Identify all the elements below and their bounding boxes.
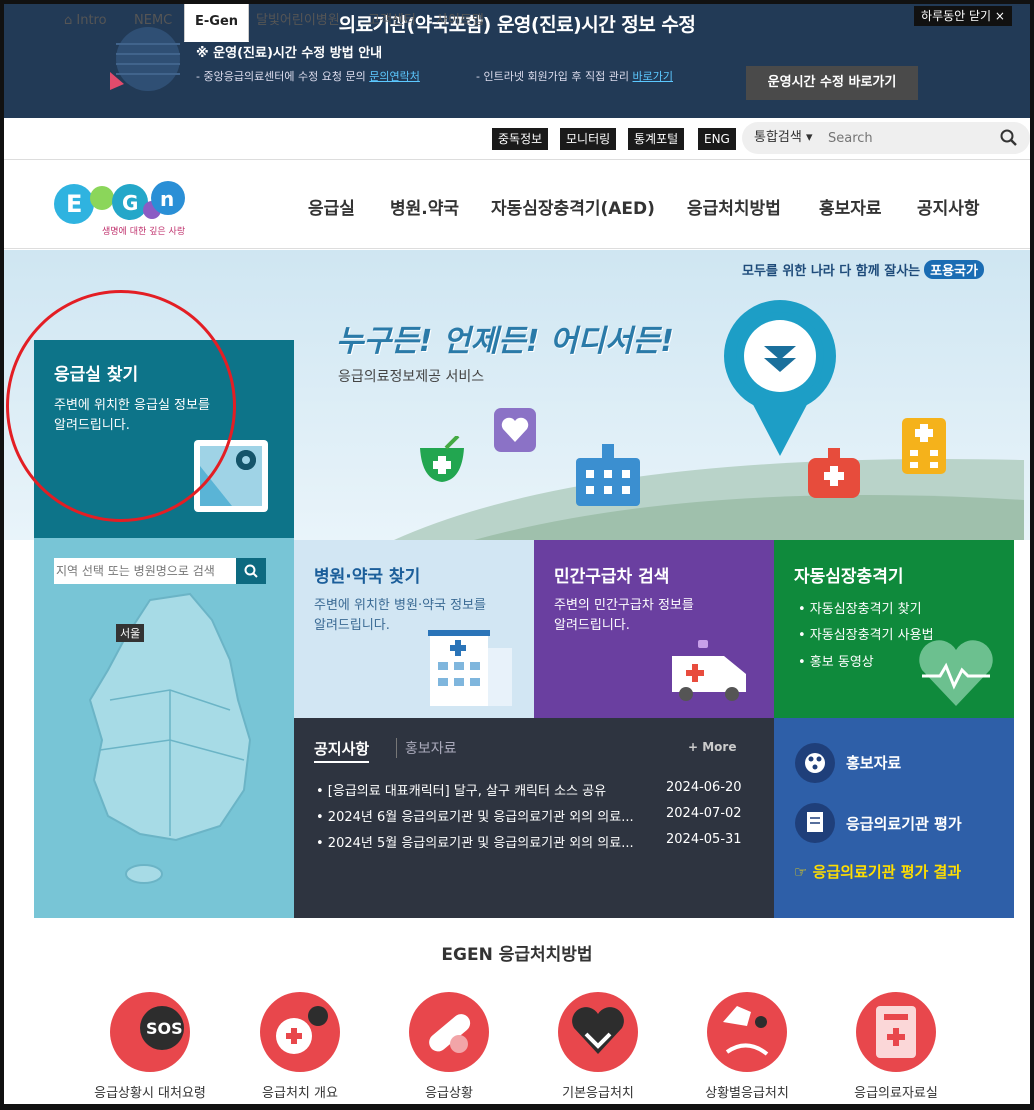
nav-aed[interactable]: 자동심장충격기(AED) bbox=[491, 194, 655, 219]
tab-promo[interactable]: 홍보자료 bbox=[396, 738, 457, 758]
aed-video-link[interactable]: • 홍보 동영상 bbox=[798, 651, 874, 670]
map-search bbox=[54, 558, 266, 584]
edit-hours-button[interactable]: 운영시간 수정 바로가기 bbox=[746, 66, 918, 100]
sos-icon[interactable]: SOS bbox=[110, 992, 190, 1072]
ambulance-desc-1: 주변의 민간구급차 정보를 bbox=[554, 598, 694, 613]
heart-icon bbox=[494, 408, 536, 452]
util-sitemap[interactable]: 사이트맵 bbox=[436, 0, 484, 42]
location-pin-icon bbox=[724, 300, 836, 456]
util-customer[interactable]: 고객센터 bbox=[368, 0, 416, 42]
logo-tagline: 생명에 대한 깊은 사랑 bbox=[102, 227, 186, 237]
notice-date-2: 2024-07-02 bbox=[666, 806, 742, 821]
gear-icon[interactable] bbox=[260, 992, 340, 1072]
global-search: 통합검색 ▾ bbox=[742, 122, 1030, 154]
more-link[interactable]: + More bbox=[688, 740, 736, 754]
hospital-desc-2: 알려드립니다. bbox=[314, 618, 390, 633]
contact-link[interactable]: 문의연락처 bbox=[369, 70, 420, 83]
svg-text:SOS: SOS bbox=[146, 1019, 183, 1038]
hospital-icon bbox=[428, 630, 512, 706]
util-eng[interactable]: ENG bbox=[698, 128, 736, 150]
ambulance-icon bbox=[672, 640, 746, 701]
banner-line-1: - 중앙응급의료센터에 수정 요청 문의 문의연락처 bbox=[196, 70, 420, 83]
fa-label-2[interactable]: 응급처치 개요 bbox=[220, 1082, 380, 1101]
film-reel-icon bbox=[795, 743, 835, 783]
search-icon[interactable] bbox=[1000, 129, 1018, 147]
region-map-tile: 서울 bbox=[34, 538, 294, 918]
evaluation-link[interactable]: 응급의료기관 평가 bbox=[846, 813, 962, 834]
nav-first-aid[interactable]: 응급처치방법 bbox=[687, 194, 781, 219]
util-intro[interactable]: ⌂ Intro bbox=[64, 0, 107, 42]
private-ambulance-tile[interactable]: 민간구급차 검색 주변의 민간구급차 정보를 알려드립니다. bbox=[534, 540, 774, 718]
home-icon: ⌂ bbox=[64, 13, 77, 28]
nav-notice[interactable]: 공지사항 bbox=[917, 194, 980, 219]
search-scope-select[interactable]: 통합검색 ▾ bbox=[754, 122, 813, 154]
aed-howto-link[interactable]: • 자동심장충격기 사용법 bbox=[798, 624, 934, 643]
hospital-desc-1: 주변에 위치한 병원·약국 정보를 bbox=[314, 598, 487, 613]
fa-label-3[interactable]: 응급상황 bbox=[369, 1082, 529, 1101]
hospital-building-icon bbox=[576, 444, 640, 506]
aed-find-link[interactable]: • 자동심장충격기 찾기 bbox=[798, 598, 922, 617]
util-nemc[interactable]: NEMC bbox=[134, 0, 172, 42]
pill-icon[interactable] bbox=[409, 992, 489, 1072]
ambulance-desc-2: 알려드립니다. bbox=[554, 618, 630, 633]
fa-label-6[interactable]: 응급의료자료실 bbox=[816, 1082, 976, 1101]
hero-subtitle: 응급의료정보제공 서비스 bbox=[338, 369, 485, 385]
notice-row-1[interactable]: • [응급의료 대표캐릭터] 달구, 살구 캐릭터 소스 공유 bbox=[316, 780, 606, 799]
fa-label-1[interactable]: 응급상황시 대처요령 bbox=[70, 1082, 230, 1101]
korea-map[interactable] bbox=[80, 590, 260, 890]
map-search-input[interactable] bbox=[56, 561, 232, 581]
promo-materials-link[interactable]: 홍보자료 bbox=[846, 752, 901, 773]
svg-text:G: G bbox=[122, 191, 138, 215]
hospital-finder-tile[interactable]: 병원·약국 찾기 주변에 위치한 병원·약국 정보를 알려드립니다. bbox=[294, 540, 534, 718]
map-search-button[interactable] bbox=[236, 558, 266, 584]
hero-slogan: 누구든! 언제든! 어디서든! bbox=[336, 324, 674, 359]
nav-hospital[interactable]: 병원.약국 bbox=[390, 194, 459, 219]
seoul-label[interactable]: 서울 bbox=[116, 624, 145, 642]
svg-text:E: E bbox=[66, 190, 82, 218]
first-aid-kit-icon[interactable] bbox=[856, 992, 936, 1072]
notice-date-3: 2024-05-31 bbox=[666, 832, 742, 847]
heart-hands-icon[interactable] bbox=[558, 992, 638, 1072]
clinic-yellow-icon bbox=[902, 418, 946, 474]
dog-snake-icon[interactable] bbox=[707, 992, 787, 1072]
fa-label-4[interactable]: 기본응급처치 bbox=[518, 1082, 678, 1101]
document-icon bbox=[795, 803, 835, 843]
pharmacy-icon bbox=[420, 436, 464, 482]
highlight-circle bbox=[6, 290, 236, 522]
heartbeat-icon bbox=[919, 640, 993, 706]
ambulance-title: 민간구급차 검색 bbox=[554, 567, 670, 587]
close-today-button[interactable]: 하루동안 닫기 × bbox=[914, 6, 1012, 26]
nav-er[interactable]: 응급실 bbox=[308, 194, 355, 219]
hospital-title: 병원·약국 찾기 bbox=[314, 567, 421, 587]
ambulance-red-icon bbox=[808, 448, 860, 498]
banner-guide: ※ 운영(진료)시간 수정 방법 안내 bbox=[196, 46, 383, 61]
fa-label-5[interactable]: 상황별응급처치 bbox=[667, 1082, 827, 1101]
util-poison[interactable]: 중독정보 bbox=[492, 128, 549, 150]
notice-date-1: 2024-06-20 bbox=[666, 780, 742, 795]
tab-notice[interactable]: 공지사항 bbox=[314, 738, 370, 763]
util-moonlight[interactable]: 달빛어린이병원 bbox=[256, 0, 340, 42]
nav-promo[interactable]: 홍보자료 bbox=[819, 194, 882, 219]
search-icon bbox=[244, 564, 258, 578]
header-divider bbox=[4, 248, 1030, 249]
shortcut-link[interactable]: 바로가기 bbox=[633, 70, 673, 83]
util-stats[interactable]: 통계포털 bbox=[628, 128, 685, 150]
inclusive-badge: 포용국가 bbox=[924, 260, 984, 279]
search-input[interactable] bbox=[828, 127, 978, 149]
util-egen[interactable]: E-Gen bbox=[184, 0, 250, 42]
util-monitoring[interactable]: 모니터링 bbox=[560, 128, 617, 150]
inclusive-tag: 모두를 위한 나라 다 함께 잘사는 포용국가 bbox=[742, 260, 984, 279]
evaluation-result-link[interactable]: ☞ 응급의료기관 평가 결과 bbox=[794, 861, 961, 882]
aed-title[interactable]: 자동심장충격기 bbox=[794, 562, 903, 587]
egen-logo[interactable]: E G n 생명에 대한 깊은 사랑 bbox=[52, 176, 188, 244]
svg-text:n: n bbox=[160, 187, 174, 211]
first-aid-title: EGEN 응급처치방법 bbox=[441, 945, 593, 965]
notice-row-2[interactable]: • 2024년 6월 응급의료기관 및 응급의료기관 외의 의료... bbox=[316, 806, 634, 825]
notice-row-3[interactable]: • 2024년 5월 응급의료기관 및 응급의료기관 외의 의료... bbox=[316, 832, 634, 851]
banner-line-2: - 인트라넷 회원가입 후 직접 관리 바로가기 bbox=[476, 70, 673, 83]
